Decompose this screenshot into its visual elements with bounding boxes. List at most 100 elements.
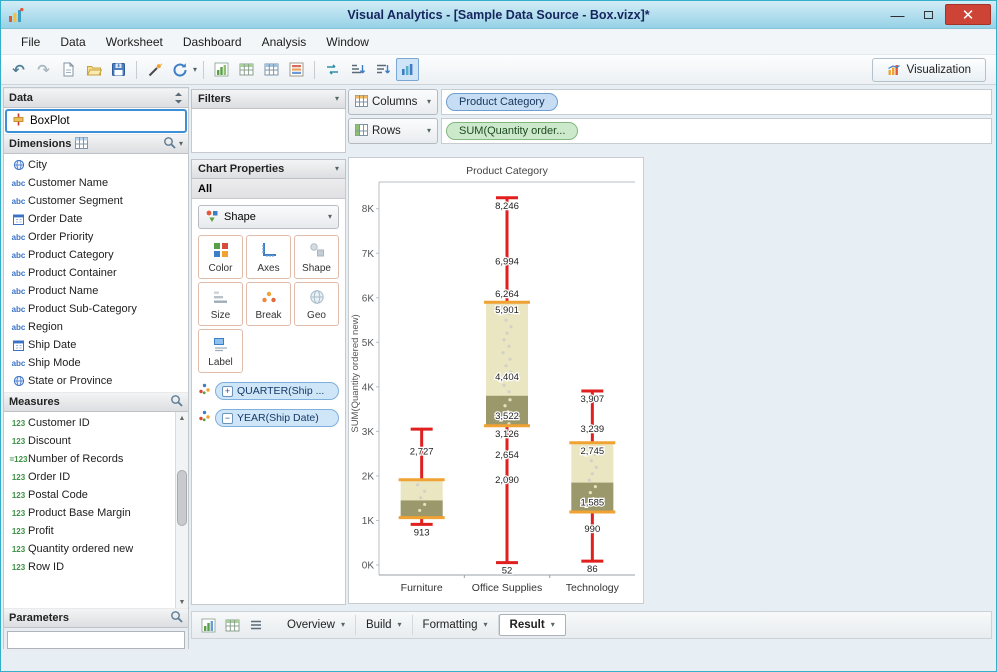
dimension-product-category[interactable]: abc Product Category (4, 246, 188, 264)
scrollbar-thumb[interactable] (177, 470, 187, 526)
pill-year-ship-date[interactable]: − YEAR(Ship Date) (215, 409, 339, 427)
measure-quantity-ordered-new[interactable]: 123 Quantity ordered new (4, 540, 175, 558)
sort-ascending-icon[interactable] (346, 58, 369, 81)
dimension-city[interactable]: City (4, 156, 188, 174)
refresh-menu-caret-icon[interactable]: ▾ (193, 65, 197, 74)
chart-properties-header[interactable]: Chart Properties ▾ (191, 159, 346, 179)
pill-quarter-ship[interactable]: + QUARTER(Ship ... (215, 382, 339, 400)
menu-worksheet[interactable]: Worksheet (96, 31, 173, 53)
dimension-ship-mode[interactable]: abc Ship Mode (4, 354, 188, 372)
measure-postal-code[interactable]: 123 Postal Code (4, 486, 175, 504)
axes-binding-button[interactable]: Axes (246, 235, 291, 279)
menu-dashboard[interactable]: Dashboard (173, 31, 252, 53)
collapse-panel-icon[interactable] (174, 92, 183, 104)
tab-build[interactable]: Build ▾ (356, 615, 413, 635)
shape-select[interactable]: Shape ▾ (198, 205, 339, 229)
geo-binding-button[interactable]: Geo (294, 282, 339, 326)
menu-window[interactable]: Window (316, 31, 379, 53)
menu-data[interactable]: Data (50, 31, 95, 53)
refresh-icon[interactable] (168, 58, 191, 81)
search-icon[interactable] (163, 136, 176, 152)
list-view-icon[interactable] (245, 614, 267, 636)
new-document-icon[interactable] (57, 58, 80, 81)
insert-crosstab-icon[interactable] (235, 58, 258, 81)
chart-style-icon[interactable] (396, 58, 420, 81)
insert-chart-icon[interactable] (210, 58, 233, 81)
crosstab-view-icon[interactable] (221, 614, 243, 636)
measure-row-id[interactable]: 123 Row ID (4, 558, 175, 576)
dimension-customer-name[interactable]: abc Customer Name (4, 174, 188, 192)
dimension-customer-segment[interactable]: abc Customer Segment (4, 192, 188, 210)
all-section-bar[interactable]: All (191, 179, 346, 199)
measures-header[interactable]: Measures (4, 392, 188, 412)
shape-binding-button[interactable]: Shape (294, 235, 339, 279)
color-binding-button[interactable]: Color (198, 235, 243, 279)
measures-scrollbar[interactable]: ▲ ▼ (175, 412, 188, 608)
redo-icon[interactable]: ↷ (32, 58, 55, 81)
dimension-product-container[interactable]: abc Product Container (4, 264, 188, 282)
maximize-button[interactable] (914, 4, 943, 25)
chevron-down-icon[interactable]: ▾ (341, 621, 345, 629)
insert-table-icon[interactable] (260, 58, 283, 81)
visualization-button[interactable]: Visualization (871, 57, 986, 82)
dimension-order-priority[interactable]: abc Order Priority (4, 228, 188, 246)
rows-shelf[interactable]: SUM(Quantity order... (441, 118, 992, 144)
menu-analysis[interactable]: Analysis (252, 31, 317, 53)
magic-wand-icon[interactable] (143, 58, 166, 81)
scroll-up-icon[interactable]: ▲ (176, 412, 188, 424)
insert-selection-icon[interactable] (285, 58, 308, 81)
data-panel-header[interactable]: Data (4, 88, 188, 108)
sort-descending-icon[interactable] (371, 58, 394, 81)
measure-customer-id[interactable]: 123 Customer ID (4, 414, 175, 432)
tab-result[interactable]: Result ▾ (498, 614, 566, 636)
chart-view-icon[interactable] (197, 614, 219, 636)
chevron-down-icon[interactable]: ▾ (398, 621, 402, 629)
dimension-product-sub-category[interactable]: abc Product Sub-Category (4, 300, 188, 318)
minimize-button[interactable]: — (883, 4, 912, 25)
parameters-list[interactable] (7, 631, 185, 649)
tab-overview[interactable]: Overview ▾ (277, 615, 356, 635)
dimension-product-name[interactable]: abc Product Name (4, 282, 188, 300)
measure-number-of-records[interactable]: =123 Number of Records (4, 450, 175, 468)
chevron-down-icon[interactable]: ▾ (328, 213, 332, 221)
rows-button[interactable]: Rows ▾ (348, 118, 438, 144)
dimension-region[interactable]: abc Region (4, 318, 188, 336)
close-button[interactable]: ✕ (945, 4, 991, 25)
label-binding-button[interactable]: Label (198, 329, 243, 373)
chevron-down-icon[interactable]: ▾ (179, 140, 183, 148)
chevron-down-icon[interactable]: ▾ (335, 95, 339, 103)
size-binding-button[interactable]: Size (198, 282, 243, 326)
measure-product-base-margin[interactable]: 123 Product Base Margin (4, 504, 175, 522)
save-icon[interactable] (107, 58, 130, 81)
chevron-down-icon[interactable]: ▾ (427, 127, 431, 135)
chevron-down-icon[interactable]: ▾ (427, 98, 431, 106)
tab-formatting[interactable]: Formatting ▾ (413, 615, 499, 635)
datasource-item-boxplot[interactable]: BoxPlot (5, 109, 187, 133)
columns-pill-product-category[interactable]: Product Category (446, 93, 558, 111)
dimension-ship-date[interactable]: Ship Date (4, 336, 188, 354)
swap-axes-icon[interactable] (321, 58, 344, 81)
dimensions-header[interactable]: Dimensions ▾ (4, 134, 188, 154)
measure-order-id[interactable]: 123 Order ID (4, 468, 175, 486)
scroll-down-icon[interactable]: ▼ (176, 596, 188, 608)
filters-dropzone[interactable] (191, 109, 346, 153)
chevron-down-icon[interactable]: ▾ (484, 621, 488, 629)
open-icon[interactable] (82, 58, 105, 81)
collapse-icon[interactable]: − (222, 412, 233, 424)
menu-file[interactable]: File (11, 31, 50, 53)
columns-shelf[interactable]: Product Category (441, 89, 992, 115)
columns-button[interactable]: Columns ▾ (348, 89, 438, 115)
search-icon[interactable] (170, 394, 183, 410)
break-binding-button[interactable]: Break (246, 282, 291, 326)
undo-icon[interactable]: ↶ (7, 58, 30, 81)
table-icon[interactable] (75, 136, 89, 152)
rows-pill-sum-quantity[interactable]: SUM(Quantity order... (446, 122, 579, 140)
chart-panel[interactable]: Product Category SUM(Quantity ordered new… (348, 157, 644, 604)
expand-icon[interactable]: + (222, 385, 233, 397)
filters-header[interactable]: Filters ▾ (191, 89, 346, 109)
dimension-order-date[interactable]: Order Date (4, 210, 188, 228)
measure-discount[interactable]: 123 Discount (4, 432, 175, 450)
measure-profit[interactable]: 123 Profit (4, 522, 175, 540)
dimension-state-or-province[interactable]: State or Province (4, 372, 188, 390)
chevron-down-icon[interactable]: ▾ (335, 165, 339, 173)
